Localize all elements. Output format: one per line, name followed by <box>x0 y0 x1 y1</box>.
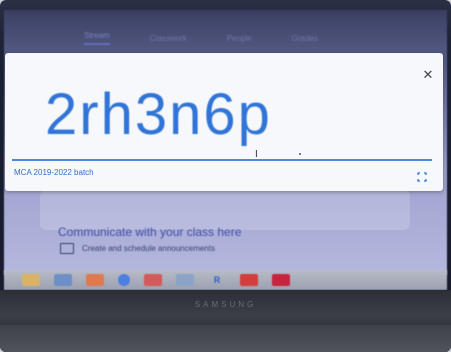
media-icon[interactable] <box>86 274 104 286</box>
tab-grades[interactable]: Grades <box>292 34 318 43</box>
close-icon[interactable]: ✕ <box>421 68 435 82</box>
laptop-base <box>0 325 451 352</box>
class-tabs: Stream Classwork People Grades <box>84 28 404 48</box>
app-red2-icon[interactable] <box>272 274 290 286</box>
chrome-icon[interactable] <box>118 274 130 286</box>
schedule-label: Create and schedule announcements <box>82 244 215 253</box>
mail-icon[interactable] <box>54 274 72 286</box>
brand-logo: SAMSUNG <box>194 300 257 309</box>
app-red-icon[interactable] <box>240 274 258 286</box>
announcement-icon <box>60 243 74 254</box>
class-code: 2rh3n6p <box>45 82 272 147</box>
tab-people[interactable]: People <box>227 34 252 43</box>
fullscreen-icon[interactable] <box>417 169 427 182</box>
mouse-pointer-icon <box>299 153 301 155</box>
announcement-card[interactable] <box>40 190 410 230</box>
tab-stream[interactable]: Stream <box>84 31 110 45</box>
file-explorer-icon[interactable] <box>22 274 40 286</box>
class-code-dialog: ✕ 2rh3n6p I MCA 2019-2022 batch <box>5 53 443 191</box>
taskbar: R <box>4 270 447 290</box>
schedule-announcements-row[interactable]: Create and schedule announcements <box>60 243 215 254</box>
tab-classwork[interactable]: Classwork <box>150 34 187 43</box>
photos-icon[interactable] <box>144 274 162 286</box>
r-icon[interactable]: R <box>208 274 226 286</box>
class-name: MCA 2019-2022 batch <box>14 168 94 177</box>
app-icon[interactable] <box>176 274 194 286</box>
photo-frame: Stream Classwork People Grades Communica… <box>0 0 451 352</box>
communicate-heading: Communicate with your class here <box>58 225 242 239</box>
divider <box>12 159 432 161</box>
